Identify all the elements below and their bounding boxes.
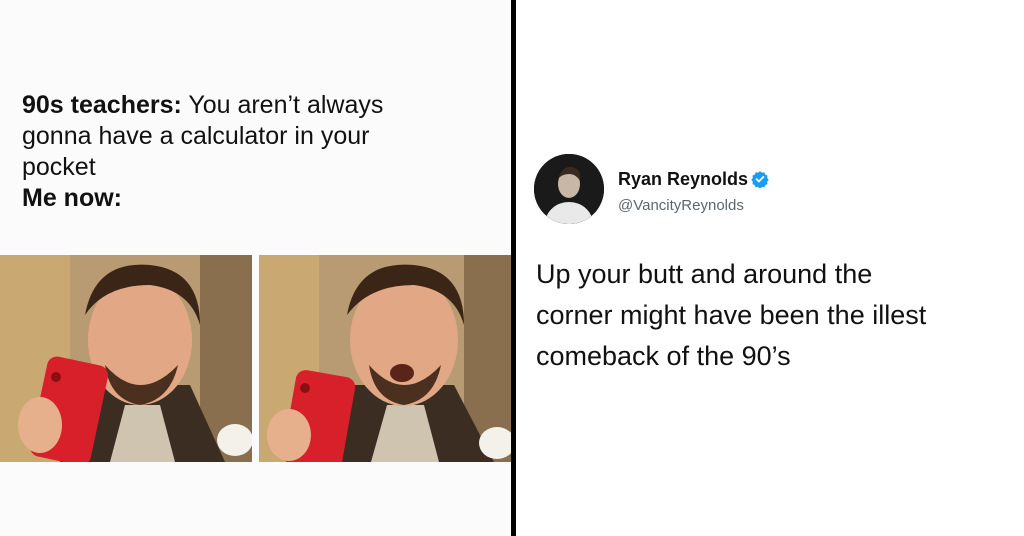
caption-line-1: 90s teachers: You aren’t always [22,90,492,121]
meme-image-right [259,255,512,462]
caption-line-3: pocket [22,153,96,181]
caption-punchline: Me now: [22,184,122,212]
man-laughing-with-phone-image [0,255,252,462]
meme-image-left [0,255,252,462]
meme-caption: 90s teachers: You aren’t always gonna ha… [22,90,492,214]
tweet-line-2: corner might have been the illest [536,300,927,330]
avatar[interactable] [534,154,604,224]
caption-line-1-rest: You aren’t always [181,91,384,119]
display-name[interactable]: Ryan Reynolds [618,169,748,189]
tweet-line-1: Up your butt and around the [536,259,873,289]
man-surprised-with-phone-image [259,255,512,462]
caption-subject: 90s teachers: [22,91,182,119]
tweet-text: Up your butt and around the corner might… [536,254,1006,377]
caption-line-2: gonna have a calculator in your [22,122,370,150]
meme-panel: 90s teachers: You aren’t always gonna ha… [0,0,512,536]
profile-photo-image [534,154,604,224]
verified-badge-icon [751,171,769,188]
handle[interactable]: @VancityReynolds [618,197,744,214]
tweet-line-3: comeback of the 90’s [536,341,791,371]
tweet-panel: Ryan Reynolds @VancityReynolds Up your b… [516,0,1024,536]
name-row: Ryan Reynolds [618,169,769,190]
